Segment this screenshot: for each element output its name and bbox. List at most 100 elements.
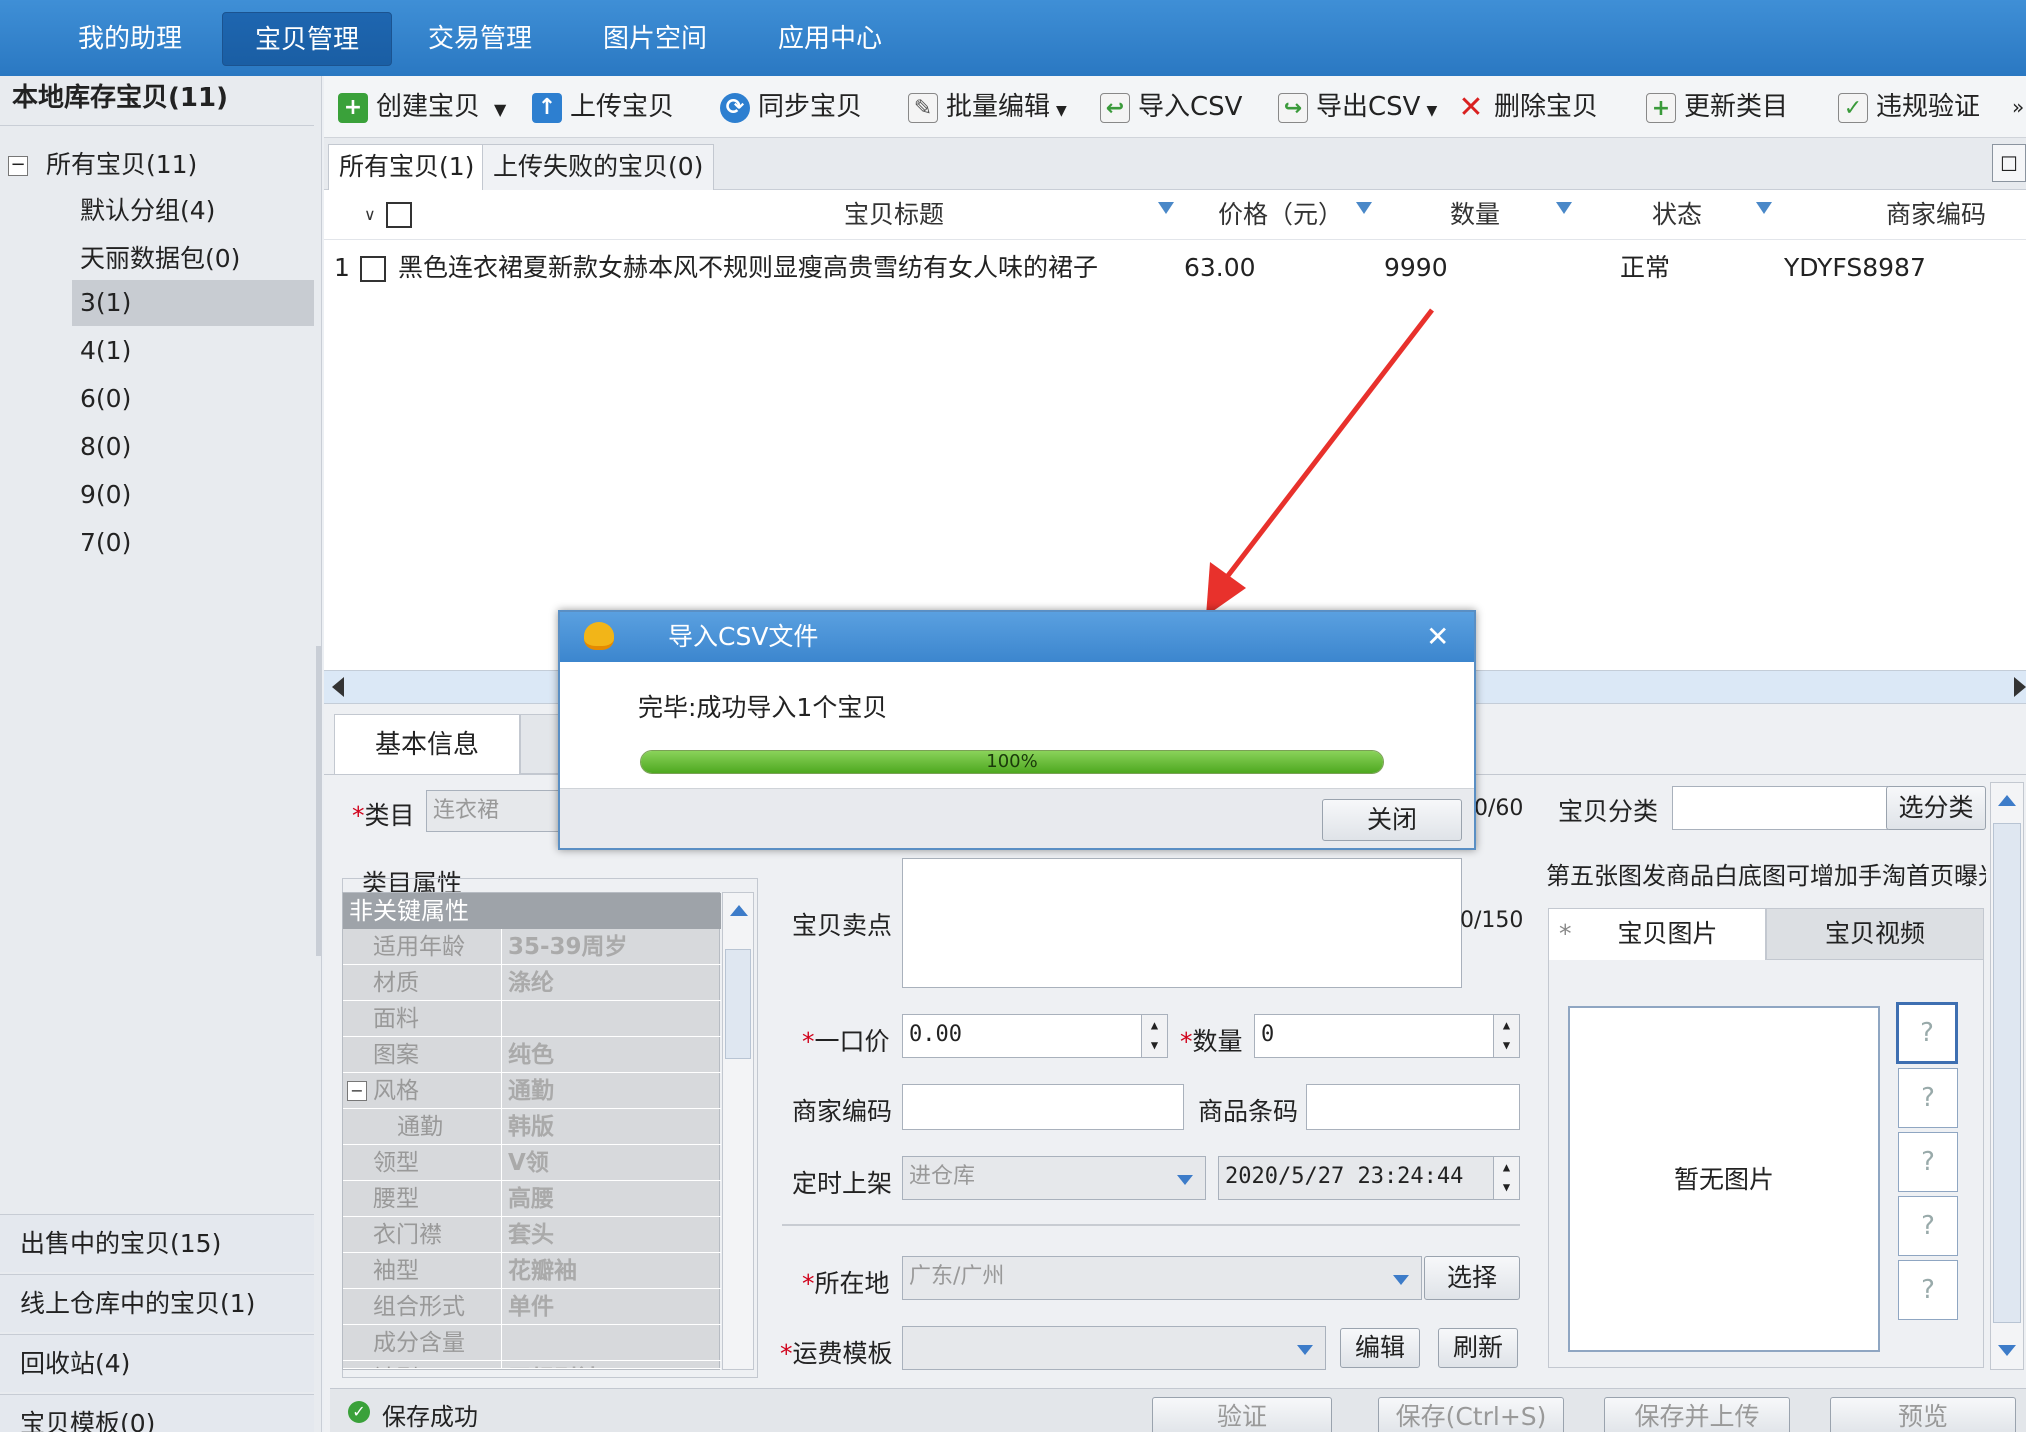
filter-icon[interactable] [1756, 202, 1772, 214]
prop-row[interactable]: − 风格 通勤 [343, 1073, 721, 1109]
prop-row[interactable]: 成分含量 [343, 1325, 721, 1361]
nav-tab-item-management[interactable]: 宝贝管理 [222, 12, 392, 66]
close-icon[interactable]: ✕ [1426, 612, 1449, 662]
form-scrollbar[interactable] [1990, 782, 2024, 1370]
nav-tab-image-space[interactable]: 图片空间 [585, 12, 725, 66]
dropdown-arrow-icon[interactable]: ▼ [494, 100, 506, 119]
thumbnail-slot[interactable]: ? [1896, 1002, 1958, 1064]
save-button[interactable]: 保存(Ctrl+S) [1378, 1397, 1564, 1432]
row-checkbox[interactable] [360, 250, 386, 286]
thumbnail-slot[interactable]: ? [1898, 1260, 1958, 1320]
dialog-close-button[interactable]: 关闭 [1322, 799, 1462, 841]
select-category-button[interactable]: 选分类 [1886, 786, 1986, 830]
chevron-down-icon[interactable]: ∨ [364, 190, 376, 240]
item-category-field[interactable] [1672, 786, 1888, 830]
filter-icon[interactable] [1356, 202, 1372, 214]
nav-item-templates[interactable]: 宝贝模板(0) [0, 1394, 314, 1432]
thumbnail-slot[interactable]: ? [1898, 1196, 1958, 1256]
location-select[interactable]: 广东/广州 [902, 1256, 1422, 1300]
nav-tab-trade-management[interactable]: 交易管理 [410, 12, 550, 66]
tree-group-item[interactable]: 9(0) [80, 472, 131, 518]
tab-item-video[interactable]: 宝贝视频 [1766, 908, 1984, 960]
col-quantity[interactable]: 数量 [1450, 190, 1500, 240]
verify-button[interactable]: 验证 [1152, 1397, 1332, 1432]
import-csv-button[interactable]: ↩ 导入CSV [1100, 76, 1242, 138]
prop-row[interactable]: 组合形式 单件 [343, 1289, 721, 1325]
update-category-button[interactable]: + 更新类目 [1646, 76, 1788, 138]
sync-item-button[interactable]: ⟳ 同步宝贝 [720, 76, 862, 138]
selling-point-textarea[interactable] [902, 858, 1462, 988]
prop-row[interactable]: 面料 [343, 1001, 721, 1037]
quantity-spinner[interactable]: ▲ ▼ [1493, 1015, 1519, 1057]
prop-row[interactable]: 腰型 高腰 [343, 1181, 721, 1217]
prop-row[interactable]: 领型 V领 [343, 1145, 721, 1181]
tab-upload-failed[interactable]: 上传失败的宝贝(0) [482, 144, 715, 190]
shipping-template-select[interactable] [902, 1326, 1326, 1370]
dropdown-arrow-icon[interactable]: ▼ [1056, 103, 1067, 119]
create-item-button[interactable]: + 创建宝贝 ▼ [338, 76, 506, 138]
nav-onsale-items[interactable]: 出售中的宝贝(15) [0, 1214, 314, 1272]
scroll-thumb[interactable] [725, 949, 751, 1059]
refresh-template-button[interactable]: 刷新 [1438, 1328, 1518, 1368]
splitter-handle[interactable] [316, 646, 322, 956]
scroll-down-icon[interactable] [1998, 1345, 2016, 1356]
prop-row[interactable]: 材质 涤纶 [343, 965, 721, 1001]
filter-icon[interactable] [1556, 202, 1572, 214]
tab-next[interactable] [520, 714, 560, 774]
schedule-select[interactable]: 进仓库 [902, 1156, 1206, 1200]
nav-recycle-bin[interactable]: 回收站(4) [0, 1334, 314, 1392]
col-price[interactable]: 价格（元） [1218, 190, 1343, 240]
tab-all-items[interactable]: 所有宝贝(1) [328, 144, 486, 190]
export-csv-button[interactable]: ↪ 导出CSV ▼ [1278, 76, 1437, 138]
prop-row[interactable]: 图案 纯色 [343, 1037, 721, 1073]
price-spinner[interactable]: ▲ ▼ [1141, 1015, 1167, 1057]
select-all-checkbox[interactable] [386, 202, 412, 228]
barcode-input[interactable] [1306, 1084, 1520, 1130]
tree-group-item[interactable]: 8(0) [80, 424, 131, 470]
layout-toggle-icon[interactable]: ☐ [1992, 144, 2026, 182]
price-input[interactable]: 0.00 ▲ ▼ [902, 1014, 1168, 1058]
dropdown-arrow-icon[interactable]: ▼ [1426, 103, 1437, 119]
scroll-left-icon[interactable] [332, 677, 344, 697]
scroll-right-icon[interactable] [2014, 677, 2026, 697]
dropdown-arrow-icon[interactable] [1297, 1345, 1313, 1355]
dropdown-arrow-icon[interactable] [1177, 1175, 1193, 1185]
choose-location-button[interactable]: 选择 [1424, 1256, 1520, 1300]
delete-item-button[interactable]: ✕ 删除宝贝 [1456, 76, 1598, 138]
dialog-titlebar[interactable]: 导入CSV文件 ✕ [560, 612, 1474, 662]
upload-item-button[interactable]: ↑ 上传宝贝 [532, 76, 674, 138]
scroll-up-icon[interactable] [730, 905, 748, 916]
prop-row[interactable]: 袖型无规则袖 [343, 1361, 721, 1369]
dropdown-arrow-icon[interactable] [1393, 1275, 1409, 1285]
props-scrollbar[interactable] [722, 892, 754, 1370]
col-merchant-code[interactable]: 商家编码 [1886, 190, 1986, 240]
col-title[interactable]: 宝贝标题 [744, 190, 1044, 240]
main-image-box[interactable]: 暂无图片 [1568, 1006, 1880, 1352]
prop-row[interactable]: 袖型 花瓣袖 [343, 1253, 721, 1289]
prop-row[interactable]: 通勤 韩版 [343, 1109, 721, 1145]
quantity-input[interactable]: 0 ▲ ▼ [1254, 1014, 1520, 1058]
tree-group-item[interactable]: 天丽数据包(0) [80, 236, 314, 282]
tree-group-item-selected[interactable]: 3(1) [72, 280, 314, 326]
schedule-datetime[interactable]: 2020/5/27 23:24:44 ▲ ▼ [1218, 1156, 1520, 1200]
tree-group-item[interactable]: 6(0) [80, 376, 131, 422]
tree-group-item[interactable]: 4(1) [80, 328, 131, 374]
tree-group-item[interactable]: 默认分组(4) [80, 188, 314, 234]
scroll-up-icon[interactable] [1998, 795, 2016, 806]
nav-tab-app-center[interactable]: 应用中心 [760, 12, 900, 66]
nav-tab-assistant[interactable]: 我的助理 [60, 12, 200, 66]
collapse-icon[interactable]: − [347, 1081, 367, 1101]
category-field[interactable]: 连衣裙 [426, 790, 566, 832]
datetime-spinner[interactable]: ▲ ▼ [1493, 1157, 1519, 1199]
scroll-thumb[interactable] [1993, 823, 2021, 1323]
nav-warehouse-items[interactable]: 线上仓库中的宝贝(1) [0, 1274, 314, 1332]
collapse-icon[interactable]: − [8, 156, 28, 176]
violation-check-button[interactable]: ✓ 违规验证 [1838, 76, 1980, 138]
tab-item-images[interactable]: * 宝贝图片 [1548, 908, 1766, 960]
preview-button[interactable]: 预览 [1830, 1397, 2016, 1432]
batch-edit-button[interactable]: ✎ 批量编辑 ▼ [908, 76, 1067, 138]
thumbnail-slot[interactable]: ? [1898, 1068, 1958, 1128]
merchant-code-input[interactable] [902, 1084, 1184, 1130]
tab-basic-info[interactable]: 基本信息 [334, 714, 520, 774]
save-upload-button[interactable]: 保存并上传 [1604, 1397, 1790, 1432]
